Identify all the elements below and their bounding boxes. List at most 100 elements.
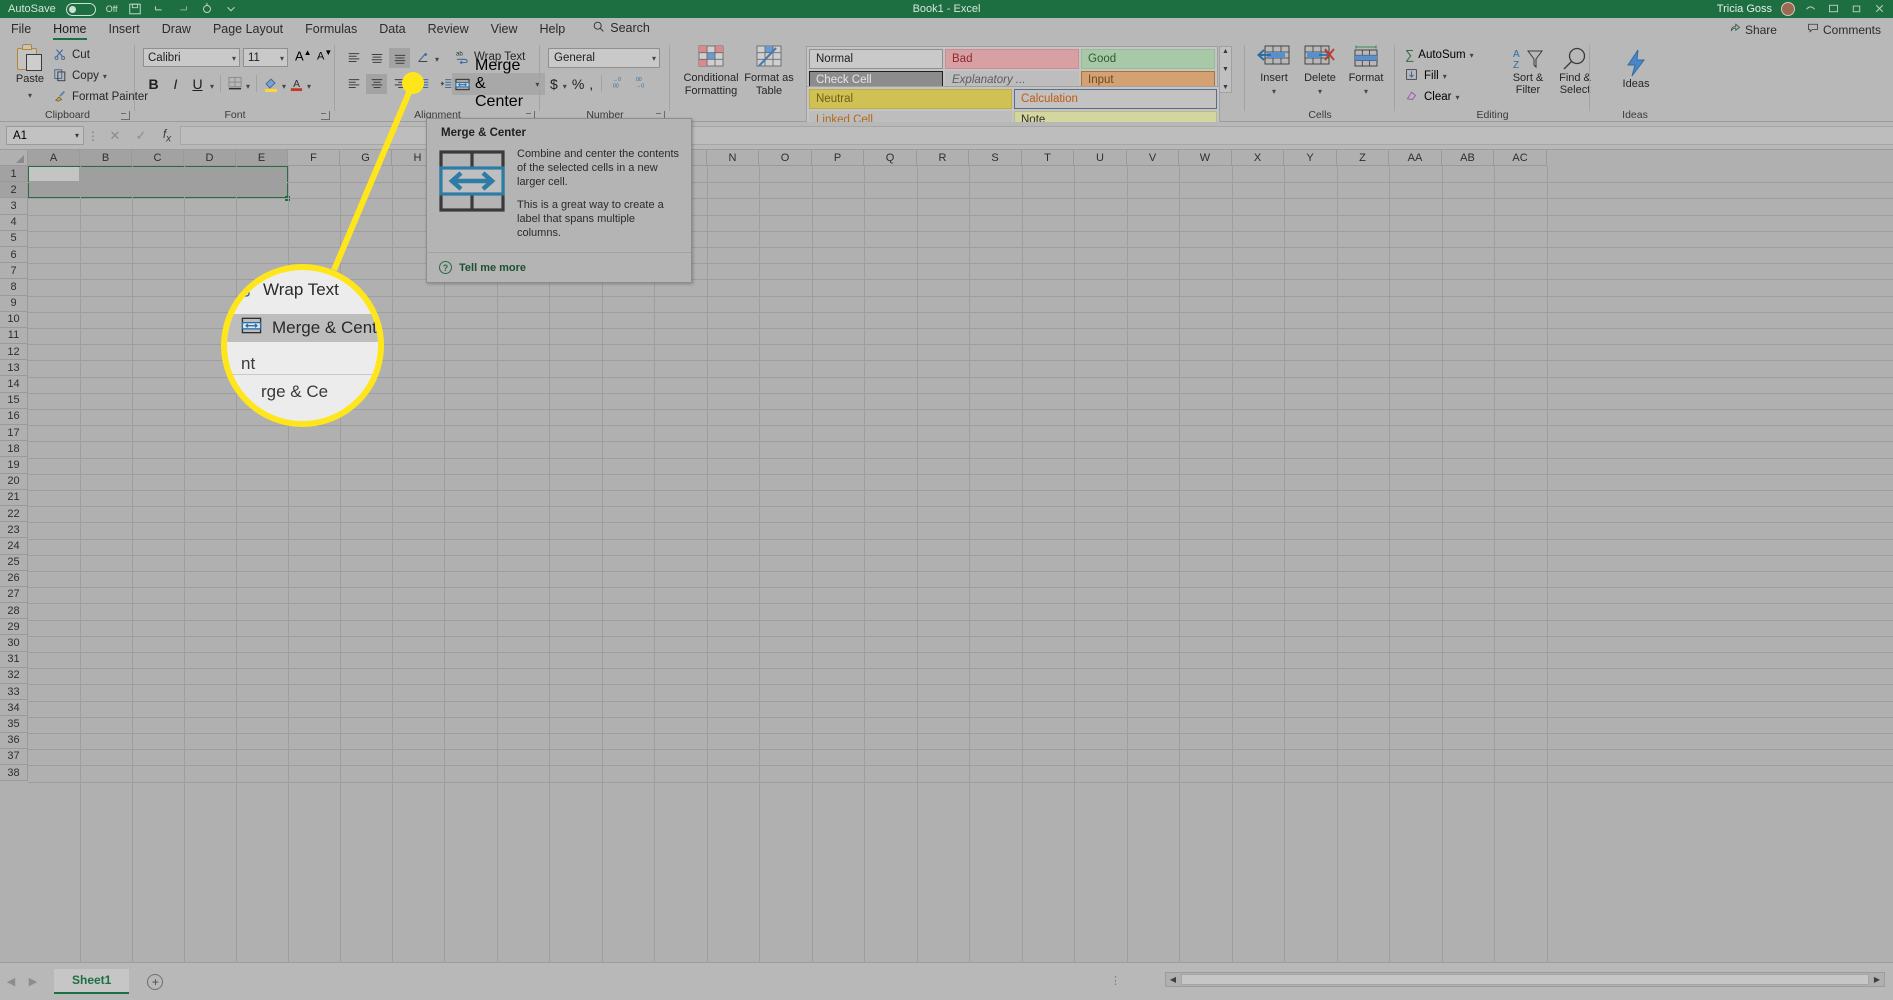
italic-button[interactable]: I: [166, 74, 185, 93]
currency-format-button[interactable]: $: [550, 76, 558, 92]
sort-and-filter-button[interactable]: A Z Sort & Filter: [1505, 46, 1551, 96]
column-header-d[interactable]: D: [184, 150, 236, 166]
row-header-11[interactable]: 11: [0, 327, 28, 345]
font-dialog-launcher[interactable]: [321, 111, 330, 120]
column-header-ab[interactable]: AB: [1442, 150, 1494, 166]
paste-button[interactable]: Paste: [8, 44, 52, 103]
row-header-26[interactable]: 26: [0, 570, 28, 587]
row-header-13[interactable]: 13: [0, 360, 28, 377]
tab-home[interactable]: Home: [42, 20, 97, 40]
scroll-left-icon[interactable]: ◀: [1166, 975, 1180, 984]
scrollbar-grip[interactable]: ⋮: [1110, 974, 1121, 987]
borders-icon[interactable]: [227, 76, 243, 91]
font-size-combobox[interactable]: 11 ▾: [243, 48, 288, 67]
scroll-right-icon[interactable]: ▶: [1870, 975, 1884, 984]
fill-button[interactable]: Fill: [1405, 68, 1447, 83]
bold-button[interactable]: B: [144, 74, 163, 93]
scroll-down-icon[interactable]: ▼: [1222, 66, 1229, 73]
restore-icon[interactable]: [1850, 2, 1864, 16]
cancel-icon[interactable]: ✕: [102, 128, 128, 144]
decrease-decimal-icon[interactable]: 00 →0: [633, 75, 651, 92]
row-header-6[interactable]: 6: [0, 246, 28, 264]
column-header-b[interactable]: B: [80, 150, 132, 166]
ideas-button[interactable]: Ideas: [1608, 48, 1664, 91]
align-bottom-button[interactable]: [389, 48, 410, 68]
name-box[interactable]: A1 ▾: [6, 126, 84, 145]
column-header-q[interactable]: Q: [864, 150, 917, 166]
insert-cells-button[interactable]: Insert: [1251, 44, 1297, 97]
row-header-7[interactable]: 7: [0, 263, 28, 280]
cell-style-calculation[interactable]: Calculation: [1014, 89, 1217, 109]
percent-format-button[interactable]: %: [572, 76, 584, 92]
column-header-a[interactable]: A: [28, 150, 80, 166]
formula-bar-grip[interactable]: ⋮: [84, 129, 102, 143]
align-top-button[interactable]: [343, 48, 364, 68]
row-header-19[interactable]: 19: [0, 457, 28, 474]
fill-color-icon[interactable]: [263, 76, 279, 92]
row-header-16[interactable]: 16: [0, 408, 28, 425]
share-button[interactable]: Share: [1721, 21, 1785, 38]
fx-icon[interactable]: fx: [154, 127, 180, 144]
copy-dropdown-arrow[interactable]: [103, 70, 107, 82]
format-as-table-button[interactable]: Format as Table: [742, 44, 796, 97]
column-header-aa[interactable]: AA: [1389, 150, 1442, 166]
column-header-e[interactable]: E: [236, 150, 288, 166]
row-header-4[interactable]: 4: [0, 214, 28, 231]
autosum-button[interactable]: ∑ AutoSum: [1405, 47, 1474, 62]
scrollbar-thumb[interactable]: [1181, 974, 1869, 985]
column-header-p[interactable]: P: [812, 150, 864, 166]
row-header-15[interactable]: 15: [0, 392, 28, 409]
copy-button[interactable]: Copy: [50, 67, 110, 84]
fill-dropdown-arrow[interactable]: [1443, 70, 1447, 82]
column-header-n[interactable]: N: [707, 150, 759, 166]
search-box[interactable]: Search: [576, 18, 660, 40]
column-header-s[interactable]: S: [969, 150, 1022, 166]
underline-button[interactable]: U: [188, 74, 207, 93]
delete-cells-button[interactable]: Delete: [1297, 44, 1343, 97]
column-header-o[interactable]: O: [759, 150, 812, 166]
tab-review[interactable]: Review: [417, 20, 480, 40]
clear-dropdown-arrow[interactable]: [1455, 91, 1459, 103]
font-color-dropdown-arrow[interactable]: [307, 76, 311, 92]
comments-button[interactable]: Comments: [1799, 21, 1889, 38]
row-header-8[interactable]: 8: [0, 279, 28, 296]
cell-style-normal[interactable]: Normal: [809, 49, 943, 69]
tab-formulas[interactable]: Formulas: [294, 20, 368, 40]
cell-style-bad[interactable]: Bad: [945, 49, 1079, 69]
row-header-34[interactable]: 34: [0, 700, 28, 717]
checkmark-icon[interactable]: ✓: [128, 128, 154, 144]
prev-sheet-icon[interactable]: ◀: [0, 975, 22, 988]
row-header-23[interactable]: 23: [0, 522, 28, 539]
currency-dropdown-arrow[interactable]: [563, 76, 567, 92]
column-header-c[interactable]: C: [132, 150, 184, 166]
minimize-icon[interactable]: [1827, 2, 1841, 16]
more-styles-icon[interactable]: ▼: [1222, 84, 1229, 91]
add-sheet-button[interactable]: +: [147, 973, 164, 990]
column-header-g[interactable]: G: [340, 150, 392, 166]
row-header-25[interactable]: 25: [0, 554, 28, 571]
column-header-v[interactable]: V: [1127, 150, 1179, 166]
callout-merge-center-item[interactable]: Merge & Center: [227, 314, 378, 342]
row-header-32[interactable]: 32: [0, 667, 28, 684]
borders-dropdown-arrow[interactable]: [246, 76, 250, 92]
select-all-corner[interactable]: [0, 150, 28, 166]
paste-dropdown-arrow[interactable]: [8, 85, 52, 103]
callout-wrap-text-item[interactable]: ab Wrap Text: [231, 276, 339, 303]
row-header-14[interactable]: 14: [0, 376, 28, 393]
align-middle-button[interactable]: [366, 48, 387, 68]
row-header-29[interactable]: 29: [0, 619, 28, 636]
tab-view[interactable]: View: [480, 20, 529, 40]
font-name-combobox[interactable]: Calibri ▾: [143, 48, 240, 67]
row-header-24[interactable]: 24: [0, 538, 28, 555]
decrease-font-size-button[interactable]: A▼: [317, 48, 332, 63]
ribbon-display-options-icon[interactable]: [1804, 2, 1818, 16]
cell-styles-scrollbar[interactable]: ▲ ▼ ▼: [1219, 46, 1232, 93]
column-header-t[interactable]: T: [1022, 150, 1074, 166]
column-header-r[interactable]: R: [917, 150, 969, 166]
align-left-button[interactable]: [343, 74, 364, 94]
clear-button[interactable]: Clear: [1405, 89, 1460, 104]
format-cells-button[interactable]: Format: [1343, 44, 1389, 97]
delete-dropdown-arrow[interactable]: [1318, 85, 1322, 98]
tab-file[interactable]: File: [0, 20, 42, 40]
column-header-ac[interactable]: AC: [1494, 150, 1547, 166]
